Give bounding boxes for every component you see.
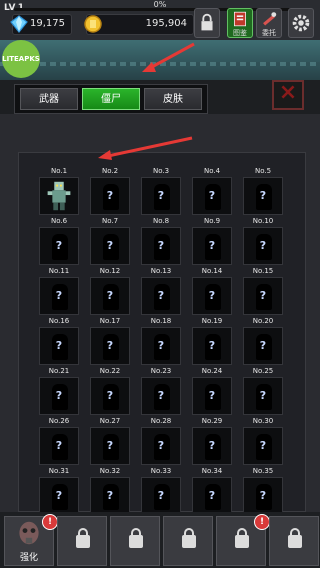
arrow-top-head: [142, 62, 156, 72]
annotation-arrows: [98, 42, 195, 160]
arrow-grid-head: [98, 150, 112, 160]
arrow-grid: [107, 136, 193, 158]
arrow-top: [149, 42, 195, 70]
